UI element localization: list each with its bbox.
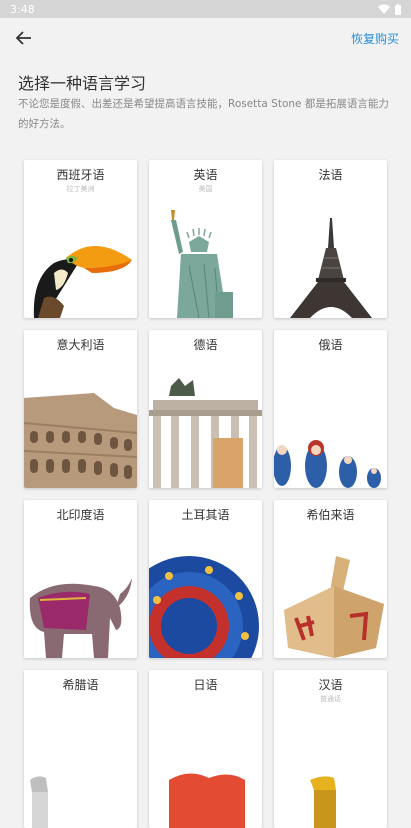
- app-bar: 恢复购买: [0, 18, 411, 58]
- language-name: 意大利语: [56, 338, 105, 352]
- statue-of-liberty-image: [171, 210, 233, 318]
- chinese-image: [310, 776, 336, 828]
- language-name: 北印度语: [56, 508, 105, 522]
- status-bar: 3:48: [0, 0, 411, 18]
- greek-image: [30, 776, 48, 828]
- language-card-italian[interactable]: 意大利语: [24, 330, 137, 488]
- language-card-turkish[interactable]: 土耳其语: [149, 500, 262, 658]
- battery-icon: [395, 3, 401, 15]
- language-name: 希伯来语: [306, 508, 355, 522]
- language-card-hindi[interactable]: 北印度语: [24, 500, 137, 658]
- language-name: 法语: [318, 168, 343, 182]
- language-subname: 拉丁美洲: [66, 185, 95, 193]
- status-time: 3:48: [10, 2, 35, 16]
- language-name: 俄语: [318, 338, 343, 352]
- language-card-chinese[interactable]: 汉语 普通话: [274, 670, 387, 828]
- page-subtitle: 不论您是度假、出差还是希望提高语言技能，Rosetta Stone 都是拓展语言…: [18, 98, 389, 130]
- language-card-hebrew[interactable]: 希伯来语: [274, 500, 387, 658]
- wifi-icon: [378, 4, 390, 14]
- language-card-german[interactable]: 德语: [149, 330, 262, 488]
- japanese-image: [169, 773, 245, 828]
- language-card-spanish[interactable]: 西班牙语 拉丁美洲: [24, 160, 137, 318]
- language-grid: 西班牙语 拉丁美洲 英语 美国 法语 意大利语 德语 俄语 北印度语 土耳其语 …: [24, 160, 388, 828]
- status-icons: [378, 3, 401, 15]
- language-subname: 美国: [198, 185, 213, 193]
- language-card-russian[interactable]: 俄语: [274, 330, 387, 488]
- language-card-japanese[interactable]: 日语: [149, 670, 262, 828]
- language-card-english[interactable]: 英语 美国: [149, 160, 262, 318]
- toucan-image: [33, 245, 132, 318]
- eiffel-tower-image: [290, 218, 372, 318]
- language-name: 英语: [193, 168, 218, 182]
- language-name: 汉语: [318, 678, 343, 692]
- language-name: 西班牙语: [56, 168, 105, 182]
- restore-purchase-link[interactable]: 恢复购买: [351, 30, 399, 47]
- matryoshka-dolls-image: [274, 440, 381, 488]
- language-subname: 普通话: [320, 695, 341, 703]
- language-name: 土耳其语: [181, 508, 230, 522]
- language-name: 日语: [193, 678, 218, 692]
- page-title: 选择一种语言学习: [18, 74, 147, 93]
- language-card-greek[interactable]: 希腊语: [24, 670, 137, 828]
- dreidel-image: [284, 556, 384, 658]
- colosseum-image: [24, 393, 137, 488]
- elephant-image: [29, 578, 132, 658]
- language-name: 希腊语: [62, 678, 99, 692]
- back-button[interactable]: [12, 26, 36, 50]
- back-arrow-icon: [16, 31, 31, 45]
- decorative-plate-image: [149, 556, 259, 658]
- brandenburg-gate-image: [149, 378, 262, 488]
- language-name: 德语: [193, 338, 218, 352]
- language-card-french[interactable]: 法语: [274, 160, 387, 318]
